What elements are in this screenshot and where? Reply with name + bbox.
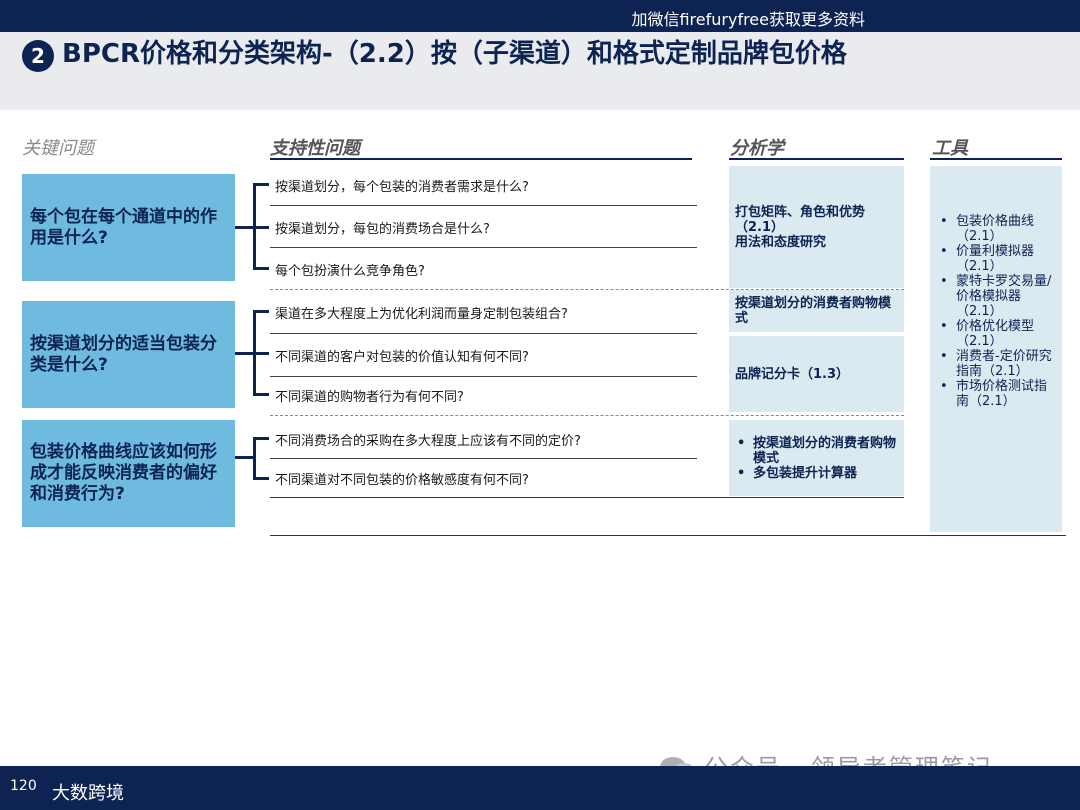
analytics-box-2: 按渠道划分的消费者购物模式 (729, 290, 904, 332)
bracket-tick (253, 477, 269, 480)
tool-item: 消费者-定价研究指南（2.1） (936, 349, 1058, 379)
tool-item: 价量利模拟器（2.1） (936, 244, 1058, 274)
analytics-text: （2.1） (735, 219, 785, 235)
bracket-tick (253, 310, 269, 313)
group-divider (270, 415, 904, 416)
footer-logo: 大数跨境 (52, 783, 124, 804)
bracket-stem (235, 226, 255, 229)
tools-list: 包装价格曲线（2.1） 价量利模拟器（2.1） 蒙特卡罗交易量/价格模拟器（2.… (930, 166, 1062, 532)
supporting-question: 不同消费场合的采购在多大程度上应该有不同的定价? (275, 434, 581, 449)
row-divider (270, 333, 697, 334)
bracket-tick (253, 226, 269, 229)
row-divider (270, 247, 697, 248)
tool-item: 价格优化模型（2.1） (936, 319, 1058, 349)
top-bar: 加微信firefuryfree获取更多资料 (0, 0, 1080, 32)
analytics-text: 按渠道划分的消费者购物模式 (735, 296, 892, 326)
tool-item: 蒙特卡罗交易量/价格模拟器（2.1） (936, 274, 1058, 319)
page-title: BPCR价格和分类架构-（2.2）按（子渠道）和格式定制品牌包价格 (62, 39, 847, 69)
footer-bar (0, 766, 1080, 810)
banner-text: 加微信firefuryfree获取更多资料 (631, 10, 865, 29)
row-divider (270, 497, 904, 498)
supporting-question: 渠道在多大程度上为优化利润而量身定制包装组合? (275, 307, 568, 322)
key-question-text: 包装价格曲线应该如何形成才能反映消费者的偏好和消费行为? (30, 442, 217, 504)
analytics-text: 打包矩阵、角色和优势 (735, 204, 866, 220)
row-divider (270, 205, 697, 206)
analytics-text: 用法和态度研究 (735, 234, 827, 250)
analytics-list: 按渠道划分的消费者购物模式 多包装提升计算器 (735, 436, 898, 481)
analytics-box-3: 品牌记分卡（1.3） (729, 336, 904, 412)
header-rule-analytics (729, 158, 904, 160)
key-question-3: 包装价格曲线应该如何形成才能反映消费者的偏好和消费行为? (22, 420, 235, 527)
bracket-vertical (253, 437, 256, 479)
col-header-supporting: 支持性问题 (270, 138, 360, 159)
analytics-text: 品牌记分卡（1.3） (735, 366, 850, 382)
header-rule-supporting (270, 158, 692, 160)
key-question-text: 每个包在每个通道中的作用是什么? (30, 206, 217, 248)
col-header-analytics: 分析学 (730, 138, 784, 159)
row-divider (270, 376, 697, 377)
row-divider (270, 458, 697, 459)
key-question-text: 按渠道划分的适当包装分类是什么? (30, 333, 217, 375)
title-number-badge: 2 (22, 40, 54, 72)
key-question-1: 每个包在每个通道中的作用是什么? (22, 174, 235, 281)
header-rule-tools (930, 158, 1062, 160)
table-bottom-rule (270, 535, 1066, 536)
tool-item: 包装价格曲线（2.1） (936, 214, 1058, 244)
page-number: 120 (10, 778, 37, 794)
supporting-question: 按渠道划分，每包的消费场合是什么? (275, 222, 490, 237)
supporting-question: 每个包扮演什么竞争角色? (275, 264, 425, 279)
tool-item: 市场价格测试指南（2.1） (936, 379, 1058, 409)
supporting-question: 不同渠道的购物者行为有何不同? (275, 390, 464, 405)
bracket-tick (253, 352, 269, 355)
col-header-key-questions: 关键问题 (22, 138, 94, 159)
supporting-question: 不同渠道的客户对包装的价值认知有何不同? (275, 350, 529, 365)
bracket-stem (235, 352, 255, 355)
bracket-tick (253, 267, 269, 270)
bracket-tick (253, 183, 269, 186)
supporting-question: 不同渠道对不同包装的价格敏感度有何不同? (275, 473, 529, 488)
bracket-tick (253, 393, 269, 396)
analytics-box-1: 打包矩阵、角色和优势 （2.1） 用法和态度研究 (729, 166, 904, 288)
bracket-tick (253, 437, 269, 440)
col-header-tools: 工具 (932, 138, 968, 159)
bracket-stem (235, 456, 255, 459)
supporting-question: 按渠道划分，每个包装的消费者需求是什么? (275, 180, 529, 195)
analytics-list-item: 按渠道划分的消费者购物模式 (735, 436, 898, 466)
key-question-2: 按渠道划分的适当包装分类是什么? (22, 301, 235, 408)
analytics-list-item: 多包装提升计算器 (735, 466, 898, 481)
analytics-box-4: 按渠道划分的消费者购物模式 多包装提升计算器 (729, 420, 904, 496)
